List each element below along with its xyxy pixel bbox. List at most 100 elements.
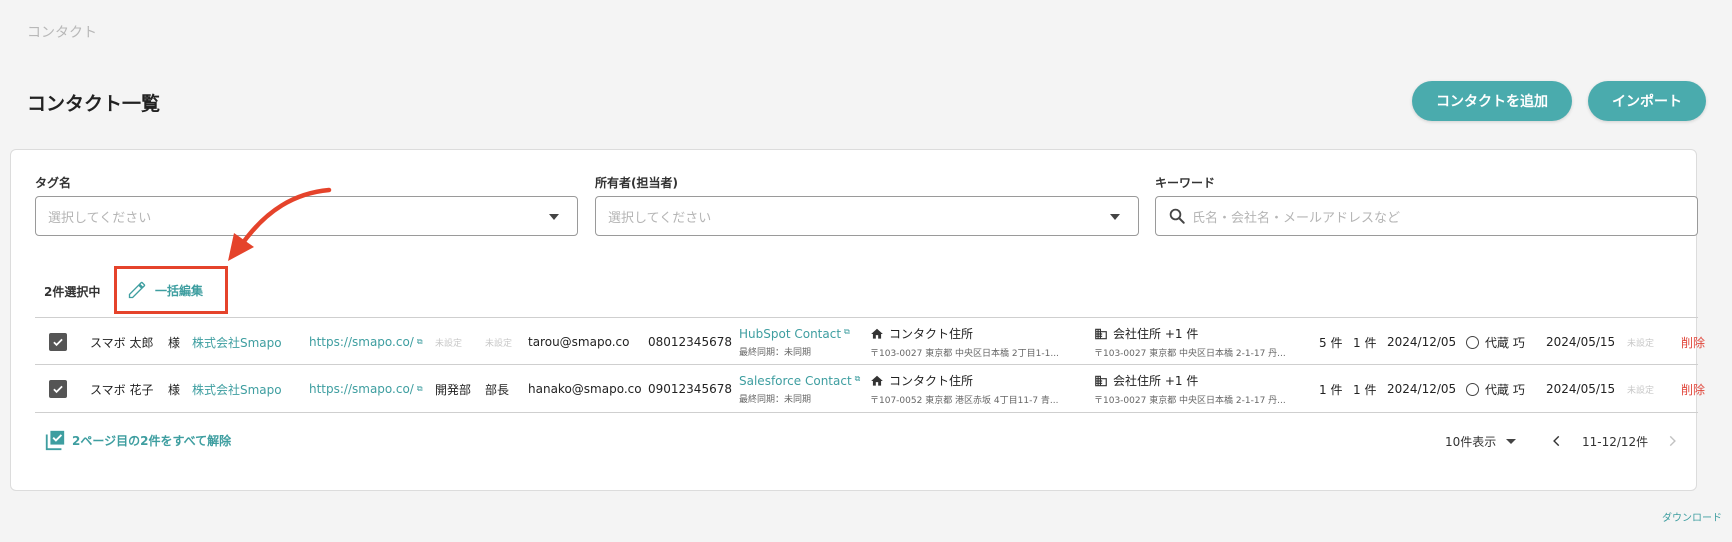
contacts-card: タグ名 選択してください 所有者(担当者) 選択してください キーワード 氏名・… bbox=[10, 149, 1705, 491]
company-address-title: 会社住所 +1 件 bbox=[1113, 327, 1199, 341]
url-link[interactable]: https://smapo.co/ bbox=[309, 382, 414, 396]
contact-address: 〒103-0027 東京都 中央区日本橋 2丁目1-1... bbox=[870, 349, 1059, 359]
crm-cell: HubSpot Contact ⧉ 最終同期：未同期 bbox=[739, 318, 850, 366]
company-link[interactable]: 株式会社Smapo bbox=[192, 318, 282, 366]
company-address-title: 会社住所 +1 件 bbox=[1113, 374, 1199, 388]
selection-bar: 2件選択中 bbox=[44, 276, 100, 306]
external-link-icon: ⧉ bbox=[416, 384, 423, 393]
row-checkbox[interactable] bbox=[49, 380, 67, 398]
page-range: 11-12/12件 bbox=[1582, 434, 1649, 449]
keyword-input[interactable]: 氏名・会社名・メールアドレスなど bbox=[1155, 196, 1698, 236]
breadcrumb[interactable]: コンタクト bbox=[27, 22, 97, 42]
phone: 09012345678 bbox=[648, 382, 732, 396]
deselect-page-button[interactable]: 2ページ目の2件をすべて解除 bbox=[44, 429, 231, 451]
home-icon bbox=[871, 328, 883, 339]
count-1: 1 件 bbox=[1319, 382, 1343, 397]
download-link[interactable]: ダウンロード bbox=[1662, 509, 1722, 524]
crm-link[interactable]: Salesforce Contact bbox=[739, 374, 852, 388]
chevron-left-icon bbox=[1553, 435, 1560, 447]
extra: 未設定 bbox=[1627, 338, 1655, 349]
keyword-input-placeholder: 氏名・会社名・メールアドレスなど bbox=[1192, 210, 1401, 226]
table-row[interactable]: スマボ 花子 様 株式会社Smapo https://smapo.co/⧉ 開発… bbox=[35, 365, 1705, 413]
email: tarou@smapo.co bbox=[528, 335, 630, 349]
date-1: 2024/12/05 bbox=[1387, 382, 1457, 396]
crm-cell: Salesforce Contact ⧉ 最終同期：未同期 bbox=[739, 365, 860, 413]
company-address: 〒103-0027 東京都 中央区日本橋 2-1-17 丹... bbox=[1094, 349, 1286, 359]
tag-filter-label: タグ名 bbox=[35, 176, 72, 190]
bulk-edit-button[interactable]: 一括編集 bbox=[114, 266, 228, 314]
date-1: 2024/12/05 bbox=[1387, 335, 1457, 349]
position: 未設定 bbox=[485, 338, 513, 349]
check-icon bbox=[53, 338, 63, 347]
owner-filter-label: 所有者(担当者) bbox=[595, 176, 678, 190]
page-size-select[interactable]: 10件表示 bbox=[1445, 429, 1517, 453]
avatar-circle-icon bbox=[1466, 335, 1479, 349]
contact-name: スマボ 花子 bbox=[90, 382, 154, 397]
count-1: 5 件 bbox=[1319, 335, 1343, 350]
count-2: 1 件 bbox=[1353, 335, 1377, 350]
prev-page-button[interactable] bbox=[1550, 429, 1564, 453]
company-address-cell: 会社住所 +1 件 〒103-0027 東京都 中央区日本橋 2-1-17 丹.… bbox=[1094, 365, 1286, 413]
checklist-icon bbox=[45, 430, 65, 451]
external-link-icon: ⧉ bbox=[844, 326, 850, 336]
search-icon bbox=[1169, 208, 1185, 224]
contact-address-cell: コンタクト住所 〒107-0052 東京都 港区赤坂 4丁目11-7 青... bbox=[870, 365, 1059, 413]
chevron-down-icon bbox=[1110, 214, 1120, 220]
tag-select-placeholder: 選択してください bbox=[48, 210, 152, 226]
honorific: 様 bbox=[168, 382, 181, 397]
page-size-label: 10件表示 bbox=[1445, 434, 1497, 449]
company-address: 〒103-0027 東京都 中央区日本橋 2-1-17 丹... bbox=[1094, 396, 1286, 406]
deselect-page-label: 2ページ目の2件をすべて解除 bbox=[72, 433, 232, 448]
table-row[interactable]: スマボ 太郎 様 株式会社Smapo https://smapo.co/⧉ 未設… bbox=[35, 317, 1705, 366]
owner: 代蔵 巧 bbox=[1485, 382, 1525, 397]
extra: 未設定 bbox=[1627, 385, 1655, 396]
url-cell[interactable]: https://smapo.co/⧉ bbox=[309, 318, 423, 366]
contact-name: スマボ 太郎 bbox=[90, 335, 154, 350]
contacts-table: スマボ 太郎 様 株式会社Smapo https://smapo.co/⧉ 未設… bbox=[35, 317, 1705, 413]
department: 未設定 bbox=[435, 338, 463, 349]
chevron-down-icon bbox=[549, 214, 559, 220]
owner-select-placeholder: 選択してください bbox=[608, 210, 712, 226]
owner: 代蔵 巧 bbox=[1485, 335, 1525, 350]
selected-count: 2件選択中 bbox=[44, 284, 101, 299]
url-cell[interactable]: https://smapo.co/⧉ bbox=[309, 365, 423, 413]
add-contact-button[interactable]: コンタクトを追加 bbox=[1412, 81, 1572, 121]
url-link[interactable]: https://smapo.co/ bbox=[309, 335, 414, 349]
external-link-icon: ⧉ bbox=[416, 337, 423, 346]
import-button[interactable]: インポート bbox=[1588, 81, 1706, 121]
avatar-circle-icon bbox=[1466, 382, 1479, 396]
department: 開発部 bbox=[435, 382, 472, 397]
row-checkbox[interactable] bbox=[49, 333, 67, 351]
owner-cell: 代蔵 巧 bbox=[1466, 318, 1525, 366]
date-2: 2024/05/15 bbox=[1546, 335, 1616, 349]
chevron-down-icon bbox=[1506, 438, 1517, 444]
honorific: 様 bbox=[168, 335, 181, 350]
owner-select[interactable]: 選択してください bbox=[595, 196, 1139, 236]
owner-cell: 代蔵 巧 bbox=[1466, 365, 1525, 413]
next-page-button[interactable] bbox=[1665, 429, 1679, 453]
chevron-right-icon bbox=[1669, 435, 1676, 447]
crm-link[interactable]: HubSpot Contact bbox=[739, 327, 841, 341]
contact-address-title: コンタクト住所 bbox=[889, 374, 974, 388]
home-icon bbox=[871, 375, 883, 386]
pencil-icon bbox=[128, 281, 146, 299]
contact-address-title: コンタクト住所 bbox=[889, 327, 974, 341]
sync-status: 最終同期：未同期 bbox=[739, 347, 812, 358]
building-icon bbox=[1095, 328, 1107, 339]
sync-status: 最終同期：未同期 bbox=[739, 394, 812, 405]
delete-link[interactable]: 削除 bbox=[1681, 318, 1705, 366]
keyword-filter-label: キーワード bbox=[1155, 176, 1216, 190]
email: hanako@smapo.co bbox=[528, 382, 642, 396]
external-link-icon: ⧉ bbox=[854, 373, 861, 383]
count-2: 1 件 bbox=[1353, 382, 1377, 397]
delete-link[interactable]: 削除 bbox=[1681, 365, 1705, 413]
company-link[interactable]: 株式会社Smapo bbox=[192, 365, 282, 413]
position: 部長 bbox=[485, 382, 510, 397]
date-2: 2024/05/15 bbox=[1546, 382, 1616, 396]
phone: 08012345678 bbox=[648, 335, 732, 349]
building-icon bbox=[1095, 375, 1107, 386]
annotation-arrow-icon bbox=[228, 187, 332, 261]
contact-address: 〒107-0052 東京都 港区赤坂 4丁目11-7 青... bbox=[870, 396, 1059, 406]
company-address-cell: 会社住所 +1 件 〒103-0027 東京都 中央区日本橋 2-1-17 丹.… bbox=[1094, 318, 1286, 366]
bulk-edit-label: 一括編集 bbox=[155, 283, 204, 298]
